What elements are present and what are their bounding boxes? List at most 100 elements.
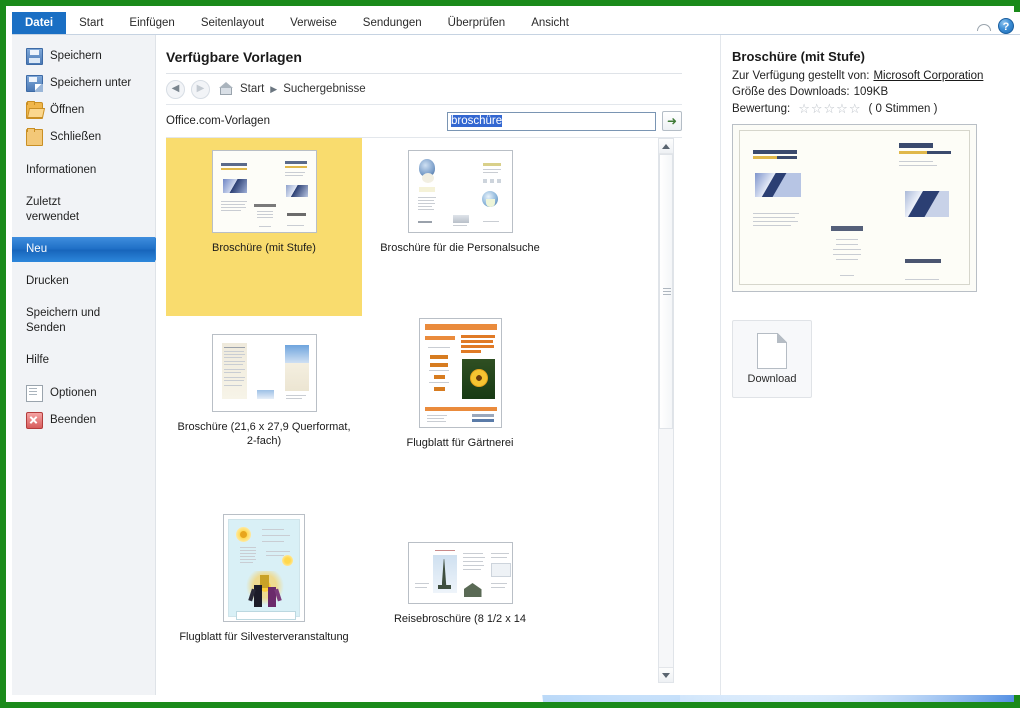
tab-seitenlayout[interactable]: Seitenlayout [188,13,277,34]
sidebar-divider [12,183,155,190]
template-thumbnail [211,150,317,233]
tab-ueberpruefen[interactable]: Überprüfen [435,13,519,34]
sidebar-item-zuletzt-verwendet[interactable]: Zuletzt verwendet [12,190,155,230]
sidebar-item-hilfe[interactable]: Hilfe [12,348,155,373]
close-folder-icon [26,128,43,146]
search-input[interactable] [447,111,656,131]
star-icon[interactable]: ☆ [836,102,848,115]
scroll-up-icon[interactable] [659,139,673,154]
details-size-value: 109KB [853,86,889,98]
template-card-broschuere-querformat[interactable]: Broschüre (21,6 x 27,9 Querformat, 2-fac… [166,316,362,506]
tab-verweise[interactable]: Verweise [277,13,350,34]
star-icon[interactable]: ☆ [824,102,836,115]
download-button[interactable]: Download [732,320,812,398]
minimize-ribbon-icon[interactable] [976,19,991,34]
scrollbar-thumb[interactable] [659,154,673,429]
sidebar-divider [12,230,155,237]
sidebar-item-oeffnen[interactable]: Öffnen [12,97,155,124]
details-provider-label: Zur Verfügung gestellt von: [732,70,870,82]
template-thumbnail [211,334,317,412]
tab-start[interactable]: Start [66,13,116,34]
template-thumbnail [418,318,502,428]
template-thumbnail [407,150,513,233]
sidebar-item-optionen[interactable]: Optionen [12,380,155,407]
sidebar-item-neu[interactable]: Neu [12,237,164,262]
arrow-right-icon[interactable]: ▶ [191,79,210,99]
template-card-broschuere-personalsuche[interactable]: Broschüre für die Personalsuche [362,138,558,316]
sidebar-divider [12,151,155,158]
breadcrumb: ◀ ▶ Start ▶ Suchergebnisse [166,74,682,105]
template-card-reisebroschuere[interactable]: Reisebroschüre (8 1/2 x 14 [362,506,558,646]
window-client-area: Datei Start Einfügen Seitenlayout Verwei… [12,12,1020,695]
sidebar-item-label: Speichern und Senden [26,307,101,334]
sidebar-divider [12,294,155,301]
template-label: Flugblatt für Gärtnerei [406,437,514,449]
sidebar-item-label: Schließen [50,131,102,143]
sidebar-item-label: Speichern [50,50,102,62]
tab-einfuegen[interactable]: Einfügen [116,13,187,34]
sidebar-item-label: Öffnen [50,104,85,116]
template-preview-image [732,124,977,292]
sidebar-item-beenden[interactable]: Beenden [12,407,155,434]
backstage-sidebar: Speichern Speichern unter Öffnen Schließ… [12,35,164,695]
template-label: Reisebroschüre (8 1/2 x 14 [393,613,527,625]
application-window: Datei Start Einfügen Seitenlayout Verwei… [0,0,1020,708]
rating-stars[interactable]: ☆ ☆ ☆ ☆ ☆ [798,102,860,115]
template-card-broschuere-mit-stufe[interactable]: Broschüre (mit Stufe) [166,138,362,316]
star-icon[interactable]: ☆ [849,102,861,115]
sidebar-divider [12,262,155,269]
template-label: Broschüre (21,6 x 27,9 Querformat, 2-fac… [177,421,351,447]
details-size-row: Größe des Downloads: 109KB [732,86,1008,98]
sidebar-item-informationen[interactable]: Informationen [12,158,155,183]
arrow-left-icon[interactable]: ◀ [166,79,185,99]
sidebar-item-label: Hilfe [26,354,50,366]
templates-scrollbar[interactable] [658,138,674,683]
template-label: Broschüre (mit Stufe) [212,242,316,254]
details-rating-row: Bewertung: ☆ ☆ ☆ ☆ ☆ ( 0 Stimmen ) [732,102,1008,115]
star-icon[interactable]: ☆ [811,102,823,115]
tab-sendungen[interactable]: Sendungen [350,13,435,34]
home-icon[interactable] [219,81,234,96]
chevron-right-icon: ▶ [270,83,278,94]
templates-grid-wrap: Broschüre (mit Stufe) Broschüre für die … [166,138,682,683]
sidebar-item-speichern-und-senden[interactable]: Speichern und Senden [12,301,155,341]
sidebar-item-label: Informationen [26,164,97,176]
sidebar-item-drucken[interactable]: Drucken [12,269,155,294]
search-row: Office.com-Vorlagen ➜ [166,105,682,138]
pane-divider [720,35,721,695]
sidebar-item-label: Beenden [50,414,97,426]
sidebar-divider [12,341,155,348]
details-size-label: Größe des Downloads: [732,86,850,98]
details-provider-row: Zur Verfügung gestellt von: Microsoft Co… [732,70,1008,82]
template-card-flugblatt-gaertnerei[interactable]: Flugblatt für Gärtnerei [362,316,558,506]
window-controls: ? [976,18,1020,34]
tab-ansicht[interactable]: Ansicht [518,13,582,34]
open-folder-icon [26,101,43,119]
sidebar-item-speichern[interactable]: Speichern [12,43,155,70]
scroll-down-icon[interactable] [659,667,673,682]
search-go-button[interactable]: ➜ [662,111,682,131]
breadcrumb-home-label[interactable]: Start [240,83,264,95]
sidebar-item-schliessen[interactable]: Schließen [12,124,155,151]
help-question-icon[interactable]: ? [998,18,1014,34]
template-label: Flugblatt für Silvesterveranstaltung [179,631,349,643]
ribbon-tab-bar: Datei Start Einfügen Seitenlayout Verwei… [12,12,1020,35]
sidebar-item-speichern-unter[interactable]: Speichern unter [12,70,155,97]
sidebar-item-label: Zuletzt verwendet [26,196,80,223]
document-page-icon [757,333,787,369]
backstage-view: Speichern Speichern unter Öffnen Schließ… [12,35,1020,695]
tab-datei[interactable]: Datei [12,12,67,34]
sidebar-item-label: Speichern unter [50,77,132,89]
details-provider-link[interactable]: Microsoft Corporation [873,70,983,82]
save-floppy-icon [26,48,43,65]
template-card-flugblatt-silvester[interactable]: Flugblatt für Silvesterveranstaltung [166,506,362,646]
details-votes: ( 0 Stimmen ) [868,102,938,115]
page-title: Verfügbare Vorlagen [166,49,302,65]
breadcrumb-current: Suchergebnisse [283,83,366,95]
search-box-wrap: ➜ [447,111,682,131]
details-title: Broschüre (mit Stufe) [732,49,865,64]
save-as-icon [26,75,43,92]
search-scope-label: Office.com-Vorlagen [166,115,270,127]
star-icon[interactable]: ☆ [798,102,810,115]
scrollbar-grip [663,287,671,289]
